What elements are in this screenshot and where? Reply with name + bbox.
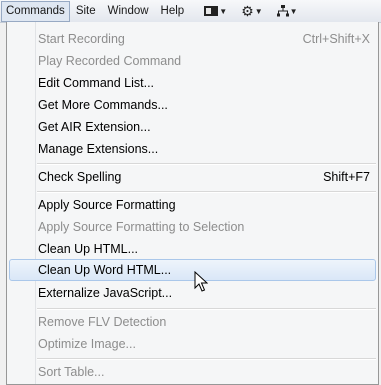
mouse-pointer-icon <box>194 271 208 292</box>
menu-item-label: Sort Table... <box>38 365 105 379</box>
menu-bar: Commands Site Window Help ▼ ⚙ ▼ ▼ <box>0 0 381 23</box>
menu-separator <box>37 358 376 360</box>
menu-item-edit-command-list[interactable]: Edit Command List... <box>9 72 376 94</box>
menu-item-label: Externalize JavaScript... <box>38 286 173 300</box>
menu-item-apply-source-formatting-selection[interactable]: Apply Source Formatting to Selection <box>9 216 376 238</box>
menu-item-label: Optimize Image... <box>38 337 136 351</box>
menu-item-label: Get AIR Extension... <box>38 120 151 134</box>
menu-separator <box>37 308 376 310</box>
menu-item-check-spelling[interactable]: Check Spelling Shift+F7 <box>9 166 376 188</box>
menu-item-clean-up-html[interactable]: Clean Up HTML... <box>9 238 376 260</box>
menu-item-label: Clean Up Word HTML... <box>38 263 172 277</box>
menu-item-label: Play Recorded Command <box>38 54 182 68</box>
menu-separator <box>37 191 376 193</box>
settings-button[interactable]: ⚙ ▼ <box>241 1 262 21</box>
menu-commands[interactable]: Commands <box>1 0 70 22</box>
menu-item-shortcut: Ctrl+Shift+X <box>302 32 370 46</box>
menu-item-get-more-commands[interactable]: Get More Commands... <box>9 94 376 116</box>
menu-item-start-recording[interactable]: Start Recording Ctrl+Shift+X <box>9 28 376 50</box>
menu-item-remove-flv-detection[interactable]: Remove FLV Detection <box>9 311 376 333</box>
layout-button[interactable]: ▼ <box>204 1 227 21</box>
menu-item-label: Apply Source Formatting <box>38 198 176 212</box>
menu-item-play-recorded-command[interactable]: Play Recorded Command <box>9 50 376 72</box>
menu-item-label: Get More Commands... <box>38 98 168 112</box>
menu-item-label: Clean Up HTML... <box>38 242 139 256</box>
menu-help[interactable]: Help <box>155 1 191 21</box>
menu-separator <box>37 163 376 165</box>
site-button[interactable]: ▼ <box>276 1 298 21</box>
menu-window[interactable]: Window <box>102 1 155 21</box>
menu-item-optimize-image[interactable]: Optimize Image... <box>9 333 376 355</box>
commands-menu: Start Recording Ctrl+Shift+X Play Record… <box>6 22 379 385</box>
menu-item-shortcut: Shift+F7 <box>323 170 370 184</box>
menu-site[interactable]: Site <box>70 1 102 21</box>
gear-icon: ⚙ <box>241 3 254 19</box>
menu-item-label: Start Recording <box>38 32 125 46</box>
site-icon <box>276 5 289 17</box>
menu-item-manage-extensions[interactable]: Manage Extensions... <box>9 138 376 160</box>
menu-item-label: Manage Extensions... <box>38 142 159 156</box>
menu-item-clean-up-word-html[interactable]: Clean Up Word HTML... <box>9 259 376 281</box>
menu-item-externalize-javascript[interactable]: Externalize JavaScript... <box>9 282 376 304</box>
menu-item-label: Apply Source Formatting to Selection <box>38 220 245 234</box>
chevron-down-icon: ▼ <box>289 6 298 16</box>
menu-item-sort-table[interactable]: Sort Table... <box>9 361 376 383</box>
chevron-down-icon: ▼ <box>254 6 263 16</box>
chevron-down-icon: ▼ <box>219 6 228 16</box>
menu-item-apply-source-formatting[interactable]: Apply Source Formatting <box>9 194 376 216</box>
menu-item-label: Edit Command List... <box>38 76 155 90</box>
menu-item-label: Check Spelling <box>38 170 122 184</box>
menu-item-label: Remove FLV Detection <box>38 315 167 329</box>
layout-icon <box>204 6 219 16</box>
menu-item-get-air-extension[interactable]: Get AIR Extension... <box>9 116 376 138</box>
